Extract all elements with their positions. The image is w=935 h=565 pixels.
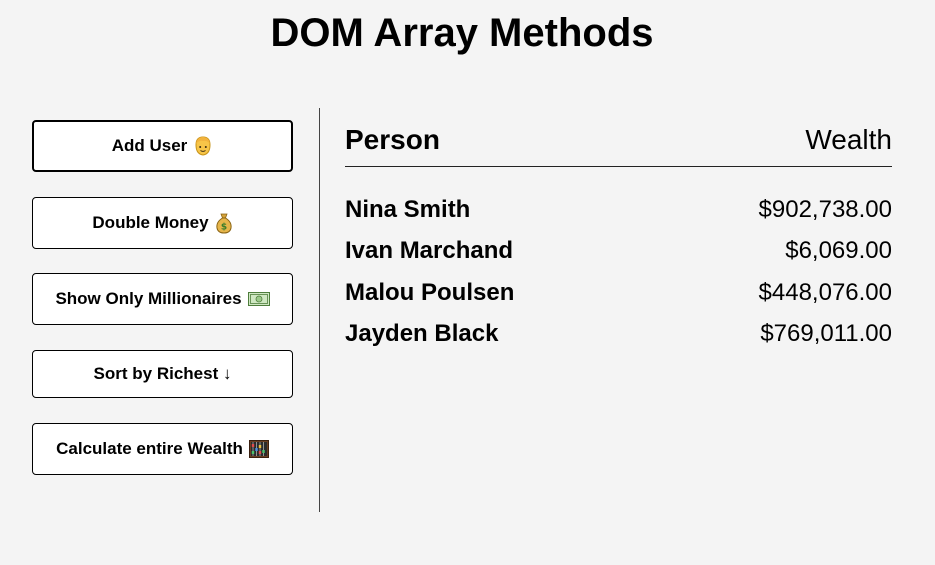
person-icon [193,135,213,157]
sort-by-richest-button[interactable]: Sort by Richest ↓ [32,350,293,398]
person-wealth: $902,738.00 [758,195,892,223]
table-header: Person Wealth [345,118,892,167]
person-wealth: $769,011.00 [760,320,892,348]
person-name: Ivan Marchand [345,237,514,265]
calculate-wealth-button[interactable]: Calculate entire Wealth [32,423,293,475]
person-name: Jayden Black [345,320,499,348]
svg-text:$: $ [220,223,226,233]
table-row: Ivan Marchand $6,069.00 [345,231,892,273]
header-person: Person [345,124,440,155]
vertical-divider [319,108,320,512]
page-title: DOM Array Methods [270,11,654,55]
table-row: Malou Poulsen $448,076.00 [345,272,892,314]
show-millionaires-button[interactable]: Show Only Millionaires [32,273,293,325]
calculate-wealth-label: Calculate entire Wealth [56,439,243,458]
double-money-label: Double Money [92,213,209,232]
double-money-button[interactable]: Double Money $ [32,197,293,249]
add-user-label: Add User [111,136,188,155]
show-millionaires-label: Show Only Millionaires [55,289,242,308]
wealth-table: Person Wealth Nina Smith $902,738.00 Iva… [345,118,892,355]
abacus-icon [248,440,269,458]
table-row: Nina Smith $902,738.00 [345,189,892,231]
person-name: Nina Smith [345,195,471,223]
banknote-icon [247,292,270,306]
person-name: Malou Poulsen [345,278,515,306]
sort-by-richest-label: Sort by Richest ↓ [93,364,232,383]
person-wealth: $6,069.00 [785,237,892,265]
table-row: Jayden Black $769,011.00 [345,314,892,356]
add-user-button[interactable]: Add User [32,120,293,172]
money-bag-icon: $ [215,212,233,234]
person-wealth: $448,076.00 [758,278,892,306]
header-wealth: Wealth [805,124,892,155]
table-rows: Nina Smith $902,738.00 Ivan Marchand $6,… [345,189,892,355]
